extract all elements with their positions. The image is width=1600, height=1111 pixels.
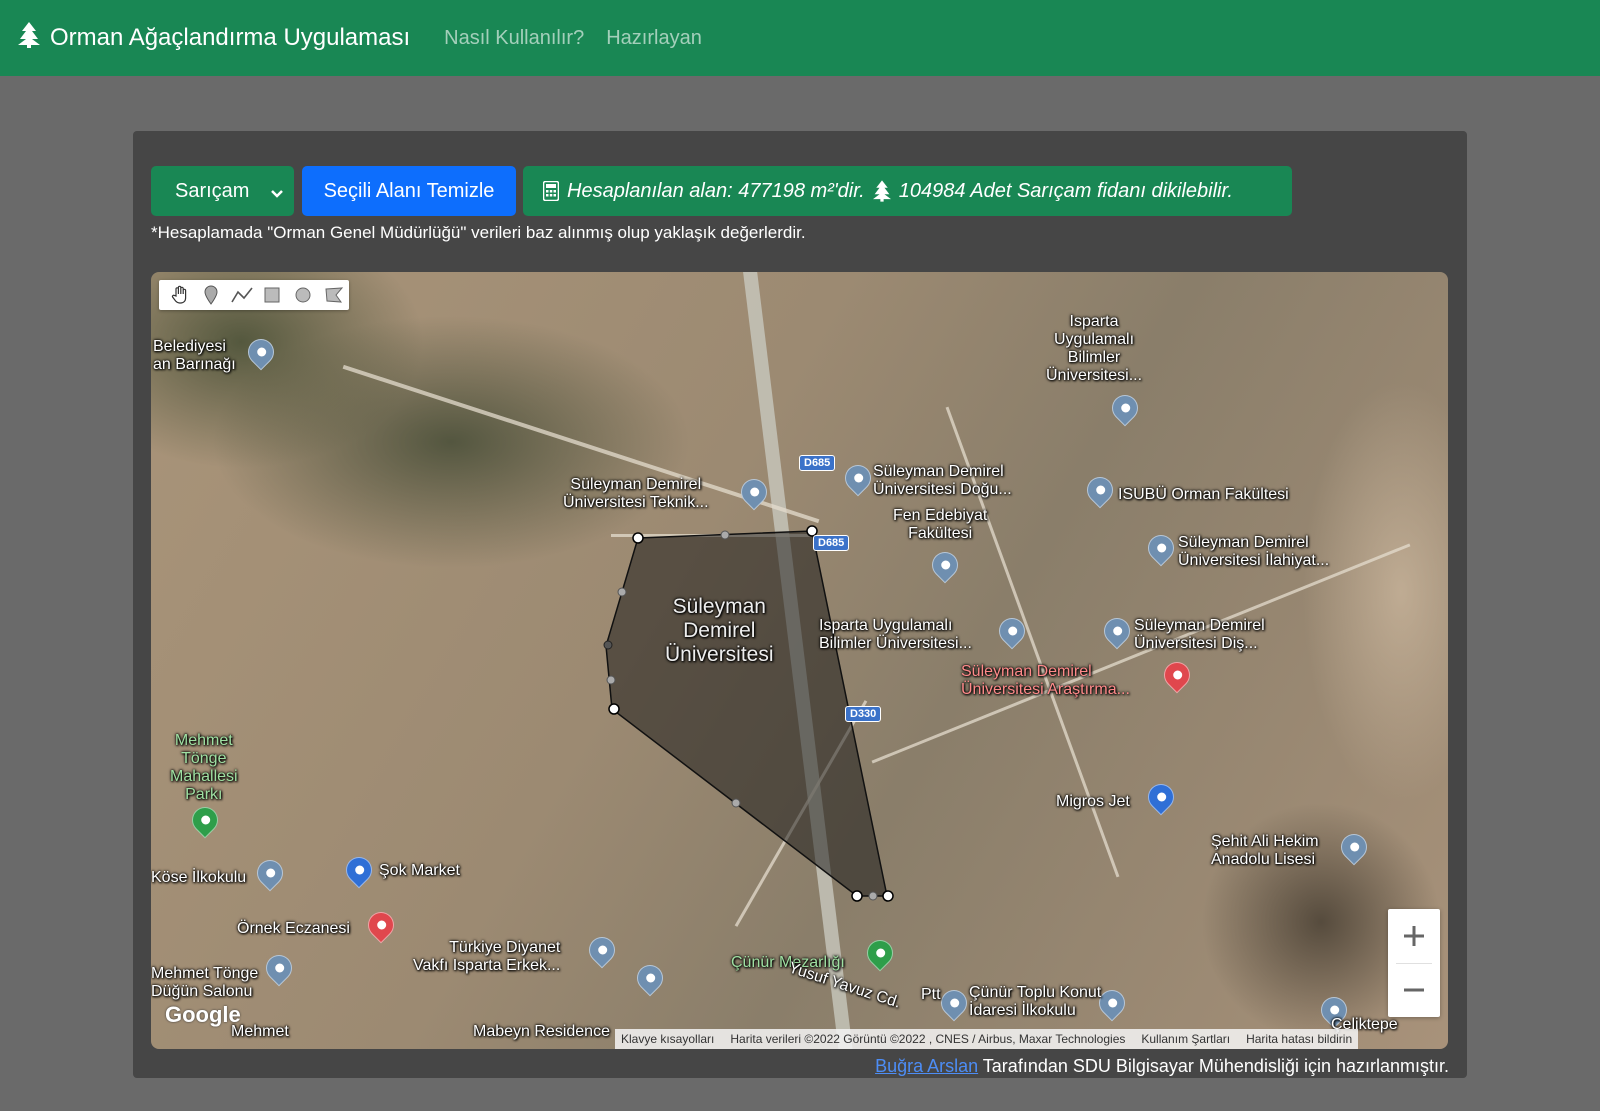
footer-text: Tarafından SDU Bilgisayar Mühendisliği i… <box>978 1056 1449 1076</box>
chevron-down-icon <box>270 184 284 207</box>
clear-selection-button[interactable]: Seçili Alanı Temizle <box>302 166 516 216</box>
area-text: Hesaplanılan alan: 477198 m²'dir. <box>567 179 865 202</box>
map-data-text: Harita verileri ©2022 Görüntü ©2022 , CN… <box>730 1032 1126 1046</box>
navbar: Orman Ağaçlandırma Uygulaması Nasıl Kull… <box>0 0 1600 76</box>
tree-icon <box>18 21 40 55</box>
map-label: Fen Edebiyat Fakültesi <box>893 507 988 542</box>
species-select[interactable]: Sarıçam <box>151 166 294 216</box>
nav-link-author[interactable]: Hazırlayan <box>606 27 702 50</box>
road-shield: D685 <box>813 535 850 551</box>
road-shield: D330 <box>845 706 882 722</box>
report-error-link[interactable]: Harita hatası bildirin <box>1246 1032 1352 1046</box>
road-shield: D685 <box>799 455 836 471</box>
calculation-info: Hesaplanılan alan: 477198 m²'dir. 104984… <box>523 166 1292 216</box>
map-label: Türkiye Diyanet Vakfı Isparta Erkek... <box>413 939 561 974</box>
marker-icon[interactable] <box>196 280 227 310</box>
map-label: Şehit Ali Hekim Anadolu Lisesi <box>1211 833 1319 868</box>
map-label: Şok Market <box>379 862 460 879</box>
map-label: Örnek Eczanesi <box>237 920 350 937</box>
map-label: Süleyman Demirel Üniversitesi Doğu... <box>873 463 1012 498</box>
map-label: Çünür Toplu Konut İdaresi İlkokulu <box>969 984 1102 1019</box>
footer: Buğra Arslan Tarafından SDU Bilgisayar M… <box>875 1056 1449 1077</box>
hand-icon[interactable] <box>165 280 196 310</box>
zoom-in-button[interactable] <box>1388 909 1440 963</box>
map-label: Süleyman Demirel Üniversitesi Teknik... <box>563 476 709 511</box>
polyline-icon[interactable] <box>226 280 257 310</box>
main-card: Sarıçam Seçili Alanı Temizle Hesaplanıla… <box>133 131 1467 1078</box>
map-label: ISUBÜ Orman Fakültesi <box>1118 486 1289 503</box>
disclaimer-note: *Hesaplamada "Orman Genel Müdürlüğü" ver… <box>151 223 806 242</box>
map-label: Mehmet Tönge Düğün Salonu <box>151 965 259 1000</box>
map-label: Isparta Uygulamalı Bilimler Üniversitesi… <box>819 617 972 652</box>
map-label: Mehmet Tönge Mahallesi Parkı <box>170 732 238 803</box>
map-label: Migros Jet <box>1056 793 1130 810</box>
nav-link-how-to-use[interactable]: Nasıl Kullanılır? <box>444 27 584 50</box>
keyboard-shortcuts-link[interactable]: Klavye kısayolları <box>621 1032 714 1046</box>
map-label: Ptt <box>921 986 941 1003</box>
tree-icon <box>872 180 891 202</box>
map-label: Süleyman Demirel Üniversitesi İlahiyat..… <box>1178 534 1330 569</box>
google-logo: Google <box>165 1002 241 1027</box>
terms-link[interactable]: Kullanım Şartları <box>1141 1032 1230 1046</box>
species-select-value: Sarıçam <box>175 179 250 202</box>
satellite-map[interactable]: D685 D685 D330 Belediyesi an Barınağı Is… <box>151 272 1448 1049</box>
zoom-control <box>1388 909 1440 1017</box>
circle-icon[interactable] <box>288 280 319 310</box>
calculator-icon <box>543 181 559 201</box>
map-label: Köse İlkokulu <box>151 869 247 886</box>
zoom-divider <box>1396 963 1432 964</box>
map-label: Süleyman Demirel Üniversitesi Araştırma.… <box>961 663 1130 698</box>
map-label: Süleyman Demirel Üniversitesi <box>665 595 774 666</box>
rectangle-icon[interactable] <box>257 280 288 310</box>
polygon-icon[interactable] <box>318 280 349 310</box>
author-link[interactable]: Buğra Arslan <box>875 1056 978 1076</box>
brand[interactable]: Orman Ağaçlandırma Uygulaması <box>18 21 411 55</box>
sapling-count-text: 104984 Adet Sarıçam fidanı dikilebilir. <box>898 179 1233 202</box>
controls-row: Sarıçam Seçili Alanı Temizle Hesaplanıla… <box>151 166 1292 216</box>
map-label: Belediyesi an Barınağı <box>153 338 236 373</box>
map-attribution: Klavye kısayolları Harita verileri ©2022… <box>615 1029 1359 1049</box>
zoom-out-button[interactable] <box>1388 963 1440 1017</box>
map-label: Mabeyn Residence <box>473 1023 610 1040</box>
drawing-toolbar <box>159 280 349 310</box>
brand-title: Orman Ağaçlandırma Uygulaması <box>50 24 411 51</box>
map-label: Isparta Uygulamalı Bilimler Üniversitesi… <box>1046 313 1143 384</box>
map-label: Süleyman Demirel Üniversitesi Diş... <box>1134 617 1265 652</box>
